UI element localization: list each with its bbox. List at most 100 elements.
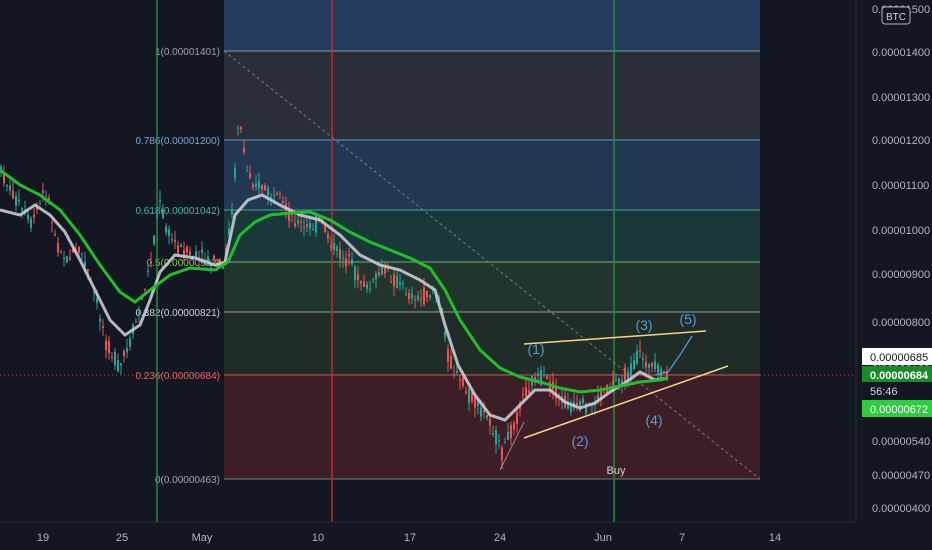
candle-body bbox=[483, 410, 485, 413]
candle-body bbox=[414, 299, 416, 301]
candle-body bbox=[546, 376, 548, 380]
candle-body bbox=[6, 184, 8, 187]
candle-body bbox=[126, 348, 128, 353]
y-tick-label: 0.00001200 bbox=[872, 135, 930, 147]
y-tick-label: 0.00001300 bbox=[872, 92, 930, 104]
candle-body bbox=[369, 288, 371, 290]
candle-body bbox=[30, 218, 32, 228]
candle-body bbox=[420, 298, 422, 300]
candle-body bbox=[390, 281, 392, 283]
candle-body bbox=[165, 226, 167, 233]
candle-body bbox=[264, 185, 266, 191]
candle-body bbox=[348, 253, 350, 256]
candle-body bbox=[51, 222, 53, 224]
candle-body bbox=[513, 423, 515, 430]
candle-body bbox=[468, 388, 470, 403]
fib-label-0.786: 0.786(0.00001200) bbox=[135, 136, 220, 147]
candle-body bbox=[9, 185, 11, 191]
candle-body bbox=[129, 338, 131, 347]
candle-body bbox=[300, 221, 302, 223]
x-tick-label: 17 bbox=[404, 532, 416, 544]
y-tick-label: 0.00000470 bbox=[872, 470, 930, 482]
candle-body bbox=[372, 279, 374, 281]
candle-body bbox=[576, 402, 578, 406]
candle-body bbox=[21, 208, 23, 211]
fib-label-0.382: 0.382(0.00000821) bbox=[135, 308, 220, 319]
candle-body bbox=[120, 363, 122, 366]
fib-zone-2 bbox=[224, 140, 760, 210]
fib-label-0.618: 0.618(0.00001042) bbox=[135, 206, 220, 217]
candle-body bbox=[504, 442, 506, 444]
candle-body bbox=[402, 283, 404, 285]
candle-body bbox=[459, 379, 461, 381]
x-tick-label: Jun bbox=[594, 532, 612, 544]
candle-body bbox=[405, 294, 407, 296]
candle-body bbox=[243, 147, 245, 153]
candle-body bbox=[312, 228, 314, 231]
candle-body bbox=[186, 246, 188, 253]
wave-label: (5) bbox=[679, 311, 696, 327]
candle-body bbox=[153, 235, 155, 244]
fib-zone-4 bbox=[224, 262, 760, 312]
candle-body bbox=[648, 364, 650, 368]
candle-body bbox=[582, 398, 584, 404]
buy-annotation: Buy bbox=[607, 465, 626, 477]
candle-body bbox=[363, 281, 365, 287]
price-chart[interactable]: 1(0.00001401) 0.786(0.00001200) 0.618(0.00… bbox=[0, 0, 932, 550]
candle-body bbox=[96, 298, 98, 303]
candle-body bbox=[528, 390, 530, 394]
candle-body bbox=[663, 370, 665, 372]
candle-body bbox=[102, 326, 104, 328]
candle-body bbox=[642, 358, 644, 360]
candle-body bbox=[450, 356, 452, 369]
candle-body bbox=[633, 360, 635, 370]
candle-body bbox=[195, 251, 197, 258]
candle-body bbox=[87, 269, 89, 272]
candle-body bbox=[168, 229, 170, 237]
candle-body bbox=[159, 199, 161, 202]
candle-body bbox=[417, 295, 419, 301]
candle-body bbox=[366, 284, 368, 289]
y-tick-label: 0.00000400 bbox=[872, 503, 930, 515]
currency-badge: BTC bbox=[881, 6, 911, 25]
candle-body bbox=[456, 370, 458, 373]
candle-body bbox=[324, 225, 326, 233]
chart-container[interactable]: 1(0.00001401) 0.786(0.00001200) 0.618(0.00… bbox=[0, 0, 932, 550]
y-tick-label: 0.00000900 bbox=[872, 269, 930, 281]
candle-body bbox=[345, 258, 347, 267]
x-tick-label: 10 bbox=[312, 532, 324, 544]
lower-price-label: 0.00000672 bbox=[870, 404, 928, 416]
candle-body bbox=[447, 349, 449, 362]
candle-body bbox=[465, 391, 467, 393]
candle-body bbox=[498, 439, 500, 441]
candle-body bbox=[384, 267, 386, 274]
candle-body bbox=[636, 350, 638, 365]
candle-body bbox=[147, 270, 149, 272]
wave-label: (1) bbox=[527, 341, 544, 357]
candle-body bbox=[462, 377, 464, 386]
candle-body bbox=[624, 367, 626, 382]
candle-body bbox=[33, 214, 35, 218]
fib-label-0.236: 0.236(0.00000684) bbox=[135, 371, 220, 382]
candle-body bbox=[273, 194, 275, 196]
candle-body bbox=[156, 215, 158, 217]
candle-body bbox=[342, 257, 344, 259]
candle-body bbox=[252, 184, 254, 188]
candle-body bbox=[378, 272, 380, 276]
candle-body bbox=[399, 282, 401, 285]
candle-body bbox=[246, 170, 248, 172]
candle-body bbox=[135, 321, 137, 323]
fib-zone-1 bbox=[224, 51, 760, 140]
x-tick-label: 19 bbox=[37, 532, 49, 544]
candle-body bbox=[81, 252, 83, 254]
candle-body bbox=[114, 351, 116, 366]
candle-body bbox=[174, 239, 176, 242]
candle-body bbox=[525, 387, 527, 397]
candle-body bbox=[27, 214, 29, 220]
candle-body bbox=[171, 239, 173, 241]
candle-body bbox=[249, 173, 251, 179]
candle-body bbox=[645, 361, 647, 368]
candle-body bbox=[651, 362, 653, 367]
candle-body bbox=[306, 224, 308, 227]
candle-body bbox=[177, 245, 179, 254]
